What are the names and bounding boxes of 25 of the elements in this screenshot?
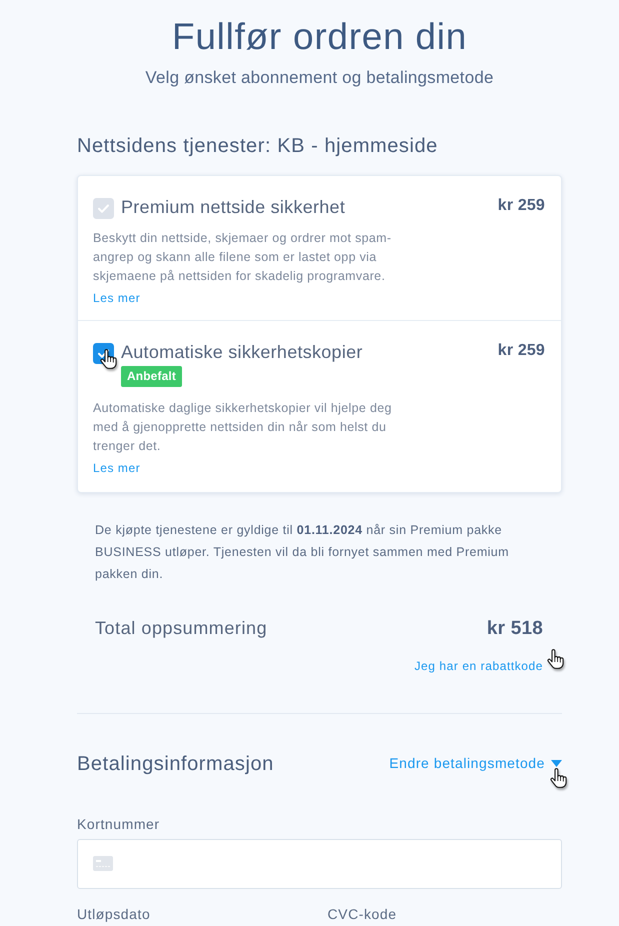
field-label: Utløpsdato <box>77 904 152 922</box>
service-description: Automatiske daglige sikkerhetskopier vil hjelpe deg med å gjenopprette nettsiden din når som helst du trenger det. <box>93 400 393 455</box>
hand-cursor-icon <box>100 348 117 370</box>
change-payment-method-link[interactable]: Endre betalingsmetode <box>389 752 562 774</box>
discount-code-link[interactable]: Jeg har en rabattkode <box>414 658 543 672</box>
service-name: Premium nettside sikkerhet <box>121 196 346 218</box>
service-description: Beskytt din nettside, skjemaer og ordrer mot spam-angrep og skann alle filene som er lastet opp via skjemaene på nettsiden for skadelig programvare. <box>93 230 392 285</box>
total-label: Total oppsummering <box>95 617 268 640</box>
service-price: kr 259 <box>498 341 545 361</box>
recommended-badge: Anbefalt <box>121 366 182 387</box>
section-heading: Nettsidens tjenester: KB - hjemmeside <box>77 134 439 158</box>
page-title: Fullfør ordren din <box>170 15 468 59</box>
service-name: Automatiske sikkerhetskopier <box>121 341 363 363</box>
hand-cursor-icon <box>547 648 564 670</box>
service-price: kr 259 <box>498 196 545 216</box>
section-heading: Betalingsinformasjon <box>77 752 274 776</box>
field-label: CVC-kode <box>328 904 398 922</box>
hand-cursor-icon <box>550 766 567 788</box>
field-label: Kortnummer <box>77 814 161 832</box>
read-more-link[interactable]: Les mer <box>93 461 140 475</box>
card-number-field[interactable] <box>77 838 562 888</box>
page-subtitle: Velg ønsket abonnement og betalingsmetode <box>144 67 495 89</box>
validity-note: De kjøpte tjenestene er gyldige til 01.11.2024 når sin Premium pakke BUSINESS utløper. Tjenesten vil da bli fornyet sammen med Premium pakken din. <box>94 522 510 583</box>
credit-card-icon <box>93 856 113 871</box>
total-amount: kr 518 <box>486 617 543 641</box>
